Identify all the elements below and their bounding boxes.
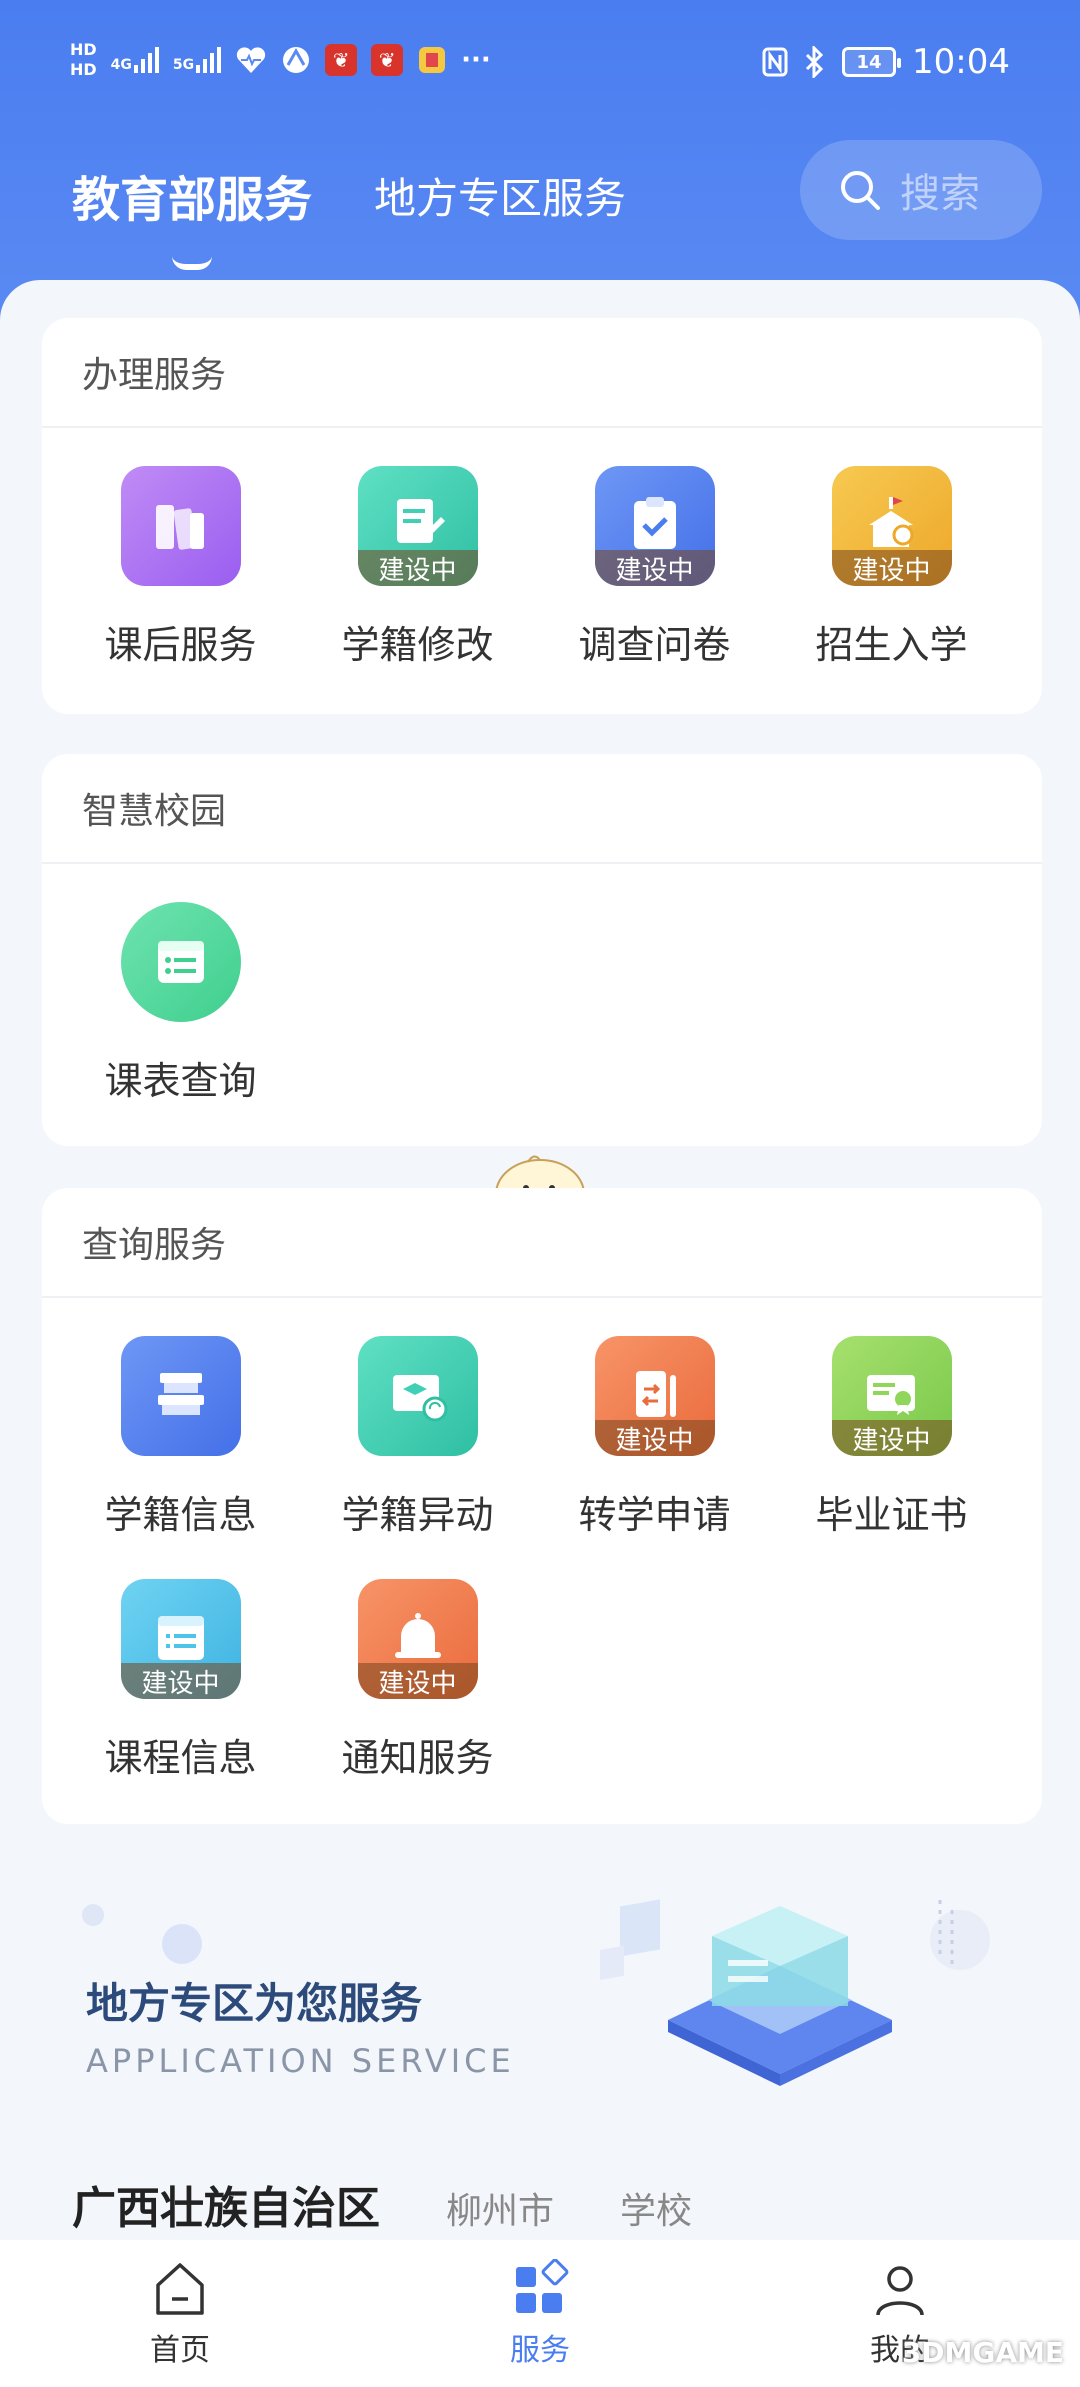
books-icon [120, 466, 241, 586]
wip-badge: 建设中 [120, 1663, 241, 1699]
banner-subtitle: APPLICATION SERVICE [86, 2042, 515, 2080]
local-services-banner: 地方专区为您服务 APPLICATION SERVICE [0, 1850, 1080, 2110]
service-label: 学籍修改 [341, 623, 494, 667]
service-certificate[interactable]: 建设中 毕业证书 [773, 1336, 1010, 1539]
app-notification-icon-2: ❦ [371, 44, 404, 76]
nav-label: 首页 [150, 2332, 210, 2368]
services-icon [516, 2258, 569, 2313]
wip-badge: 建设中 [594, 550, 715, 586]
header-tabs: 教育部服务 地方专区服务 [72, 160, 626, 270]
wip-badge: 建设中 [831, 550, 952, 586]
section-smart-campus: 智慧校园 课表查询 [42, 754, 1042, 1146]
network-label-2: 5G [172, 57, 195, 73]
service-notification[interactable]: 建设中 通知服务 [299, 1579, 536, 1782]
section-handling-services: 办理服务 课后服务 建设中 学籍修改 建设中 调查问卷 建设中 招生入学 [42, 318, 1042, 714]
nav-services[interactable]: 服务 [440, 2258, 640, 2369]
server-illustration [600, 1850, 1000, 2110]
clock: 10:04 [912, 42, 1010, 82]
course-icon: 建设中 [120, 1579, 241, 1699]
service-label: 课表查询 [104, 1059, 257, 1103]
section-title: 查询服务 [42, 1188, 1042, 1298]
status-bar: HD HD 4G 5G ❦ ❦ ··· 14 10:04 [0, 0, 1080, 120]
timetable-icon [120, 902, 241, 1022]
decor-bubble [162, 1924, 202, 1964]
region-tabs: 广西壮族自治区 柳州市 学校 [72, 2172, 692, 2236]
region-tab-liuzhou[interactable]: 柳州市 [446, 2182, 554, 2234]
service-record-edit[interactable]: 建设中 学籍修改 [299, 466, 536, 669]
tab-label: 教育部服务 [72, 172, 313, 228]
banner-title: 地方专区为您服务 [86, 1979, 423, 2028]
bluetooth-icon [804, 46, 826, 78]
status-right: 14 10:04 [762, 42, 1010, 82]
service-label: 转学申请 [578, 1493, 731, 1537]
record-change-icon [357, 1336, 478, 1456]
service-course-info[interactable]: 建设中 课程信息 [62, 1579, 299, 1782]
battery-icon: 14 [842, 47, 902, 77]
service-label: 招生入学 [815, 623, 968, 667]
nav-label: 服务 [510, 2332, 570, 2368]
service-transfer[interactable]: 建设中 转学申请 [536, 1336, 773, 1539]
service-grid: 学籍信息 学籍异动 建设中 转学申请 建设中 毕业证书 建设中 课程信息 建设中… [42, 1298, 1042, 1822]
tab-ministry-services[interactable]: 教育部服务 [72, 160, 313, 270]
certificate-icon: 建设中 [831, 1336, 952, 1456]
watermark: 3DMGAME [901, 2336, 1064, 2369]
service-enrollment[interactable]: 建设中 招生入学 [773, 466, 1010, 669]
service-after-school[interactable]: 课后服务 [62, 466, 299, 669]
heart-monitor-icon [235, 45, 267, 75]
nfc-icon [762, 47, 788, 77]
section-title: 智慧校园 [42, 754, 1042, 864]
app-globe-icon [281, 45, 311, 75]
service-record-change[interactable]: 学籍异动 [299, 1336, 536, 1539]
hd-label-1: HD [70, 40, 97, 59]
app-notification-icon-1: ❦ [325, 44, 358, 76]
service-label: 调查问卷 [578, 623, 731, 667]
service-label: 课后服务 [104, 623, 257, 667]
hd-label-2: HD [70, 60, 97, 79]
nav-home[interactable]: 首页 [80, 2259, 280, 2369]
section-title: 办理服务 [42, 318, 1042, 428]
service-grid: 课后服务 建设中 学籍修改 建设中 调查问卷 建设中 招生入学 [42, 428, 1042, 709]
search-icon [841, 171, 880, 210]
status-left: HD HD 4G 5G ❦ ❦ ··· [70, 40, 491, 80]
more-notifications: ··· [461, 45, 491, 75]
region-tab-school[interactable]: 学校 [620, 2182, 692, 2234]
tab-label: 地方专区服务 [374, 173, 627, 223]
school-icon: 建设中 [831, 466, 952, 586]
wip-badge: 建设中 [831, 1420, 952, 1456]
wip-badge: 建设中 [357, 1663, 478, 1699]
bell-icon: 建设中 [357, 1579, 478, 1699]
service-survey[interactable]: 建设中 调查问卷 [536, 466, 773, 669]
decor-bubble [82, 1904, 104, 1926]
battery-level: 14 [856, 51, 882, 73]
student-record-icon [120, 1336, 241, 1456]
wip-badge: 建设中 [594, 1420, 715, 1456]
region-tab-guangxi[interactable]: 广西壮族自治区 [72, 2172, 380, 2236]
clipboard-check-icon: 建设中 [594, 466, 715, 586]
service-label: 毕业证书 [815, 1493, 968, 1537]
service-timetable[interactable]: 课表查询 [62, 902, 299, 1105]
service-label: 课程信息 [104, 1736, 257, 1780]
wip-badge: 建设中 [357, 550, 478, 586]
hd-indicator: HD HD [70, 40, 97, 80]
edit-doc-icon: 建设中 [357, 466, 478, 586]
service-label: 学籍信息 [104, 1493, 257, 1537]
service-grid: 课表查询 [42, 864, 1042, 1145]
app-notification-icon-3 [417, 45, 447, 75]
service-label: 通知服务 [341, 1736, 494, 1780]
transfer-icon: 建设中 [594, 1336, 715, 1456]
service-label: 学籍异动 [341, 1493, 494, 1537]
section-query-services: 查询服务 学籍信息 学籍异动 建设中 转学申请 建设中 毕业证书 建设中 课程信… [42, 1188, 1042, 1824]
signal-5g-icon: 5G [172, 47, 222, 73]
user-icon [876, 2265, 924, 2315]
network-label-1: 4G [110, 57, 132, 73]
home-icon [156, 2262, 204, 2315]
service-student-record[interactable]: 学籍信息 [62, 1336, 299, 1539]
tab-local-services[interactable]: 地方专区服务 [374, 165, 626, 226]
search-label: 搜索 [900, 171, 980, 217]
signal-4g-icon: 4G [111, 47, 159, 73]
search-button[interactable]: 搜索 [800, 140, 1042, 240]
